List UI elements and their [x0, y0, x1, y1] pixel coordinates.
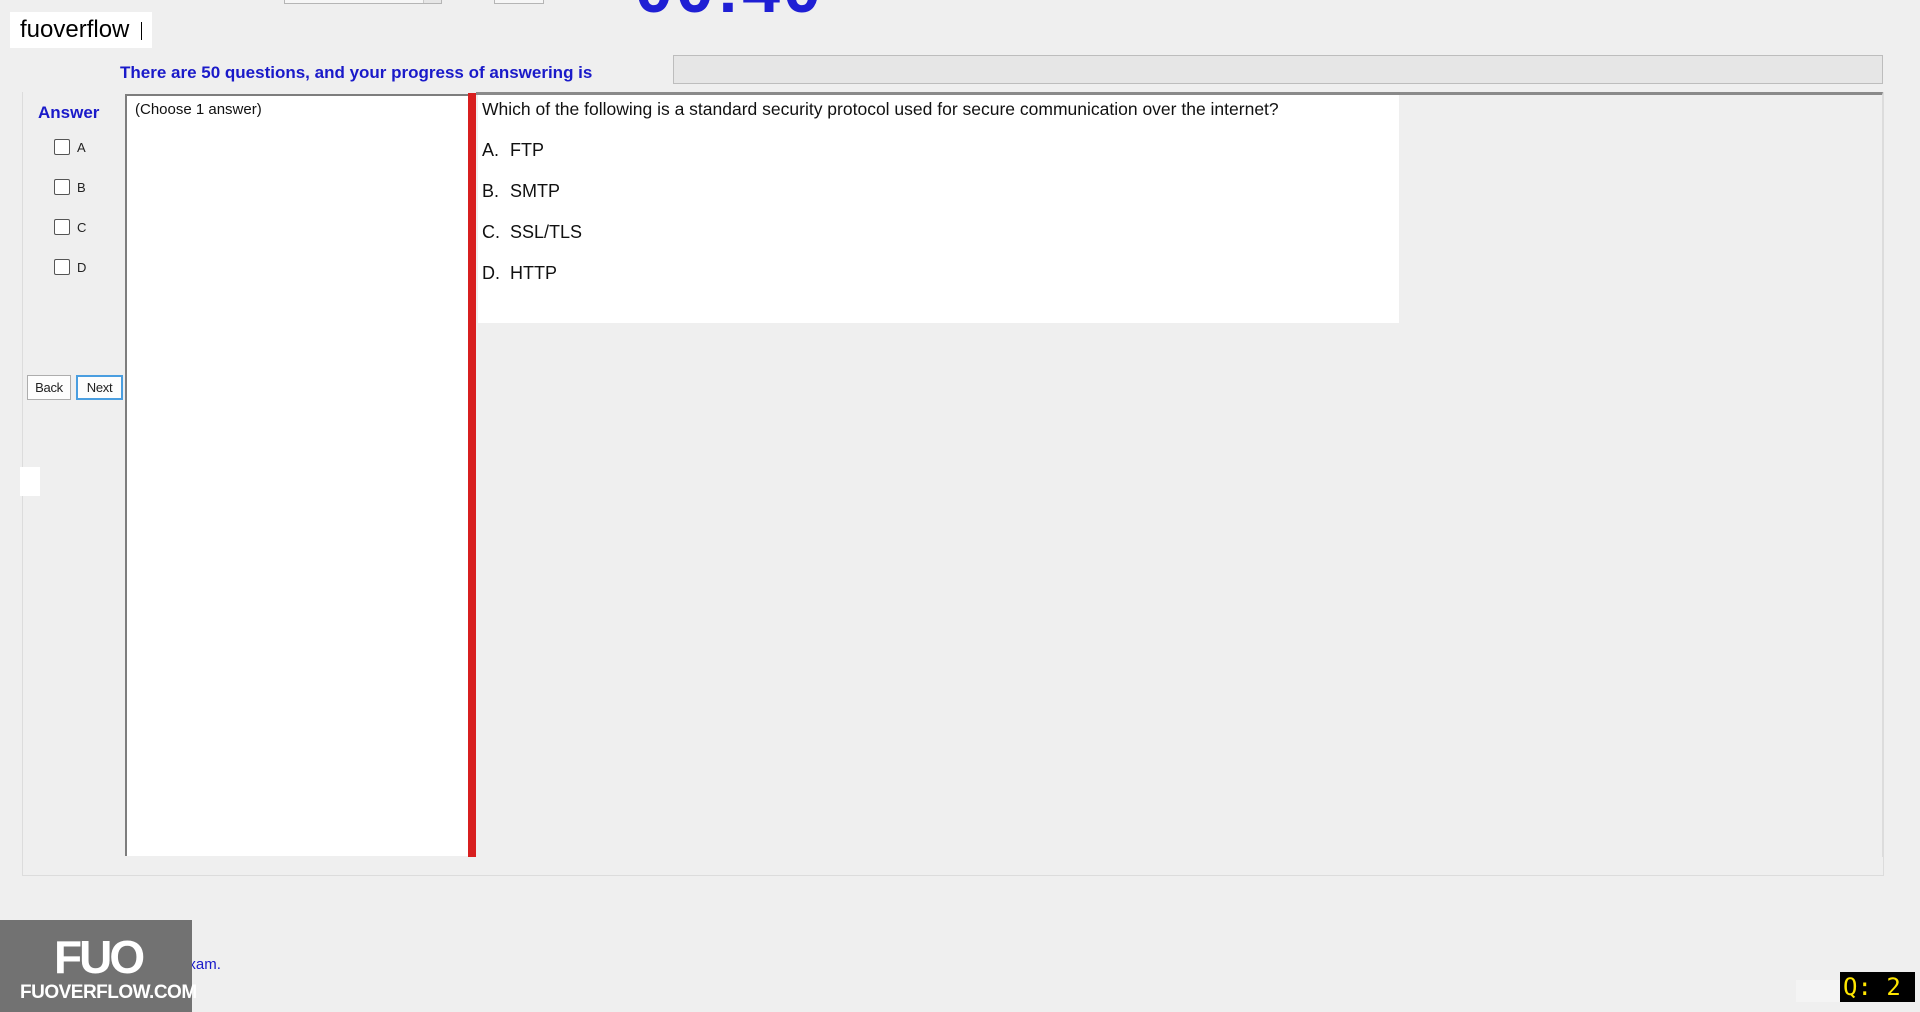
- question-option-c: C. SSL/TLS: [482, 222, 582, 243]
- answer-checkbox-d[interactable]: [54, 259, 70, 275]
- pane-splitter[interactable]: [468, 93, 476, 857]
- choose-note: (Choose 1 answer): [135, 101, 262, 118]
- exam-code-combobox[interactable]: [284, 0, 442, 4]
- answer-option-label: C: [77, 219, 87, 235]
- answer-option-d[interactable]: D: [54, 257, 86, 277]
- option-text: FTP: [510, 140, 544, 160]
- text-caret: [141, 22, 143, 40]
- answer-option-label: B: [77, 179, 86, 195]
- answer-option-a[interactable]: A: [54, 137, 86, 157]
- answer-option-label: D: [77, 259, 87, 275]
- watermark-text: fuoverflow: [20, 16, 130, 43]
- back-button[interactable]: Back: [27, 375, 71, 400]
- option-letter: C.: [482, 222, 500, 242]
- option-letter: D.: [482, 263, 500, 283]
- chevron-down-icon: [423, 0, 441, 3]
- question-option-d: D. HTTP: [482, 263, 557, 284]
- progress-label: There are 50 questions, and your progres…: [120, 63, 593, 82]
- answer-progress-bar: [673, 55, 1883, 84]
- logo-site: FUOVERFLOW.COM: [20, 982, 197, 1003]
- question-counter: Q: 2: [1840, 972, 1915, 1002]
- answer-checkbox-a[interactable]: [54, 139, 70, 155]
- question-option-a: A. FTP: [482, 140, 544, 161]
- answer-checkbox-b[interactable]: [54, 179, 70, 195]
- answer-option-c[interactable]: C: [54, 217, 86, 237]
- logo-mark: FUO: [54, 931, 145, 983]
- answer-option-label: A: [77, 139, 86, 155]
- next-button[interactable]: Next: [76, 375, 123, 400]
- answer-option-b[interactable]: B: [54, 177, 86, 197]
- question-box: [478, 95, 1399, 323]
- side-handle[interactable]: [20, 467, 40, 496]
- option-letter: A.: [482, 140, 500, 160]
- option-letter: B.: [482, 181, 500, 201]
- option-text: SMTP: [510, 181, 561, 201]
- answer-checkbox-c[interactable]: [54, 219, 70, 235]
- top-toolbar-button[interactable]: [494, 0, 544, 4]
- question-text: Which of the following is a standard sec…: [482, 99, 1279, 119]
- instruction-pane: [125, 94, 468, 856]
- watermark-label: fuoverflow: [10, 12, 153, 48]
- exam-timer: 00:40: [635, 0, 824, 28]
- option-text: HTTP: [510, 263, 557, 283]
- question-option-b: B. SMTP: [482, 181, 560, 202]
- fuoverflow-logo: FUO FUOVERFLOW.COM: [0, 920, 197, 1012]
- answer-title: Answer: [38, 103, 100, 122]
- option-text: SSL/TLS: [510, 222, 583, 242]
- counter-backdrop: [1796, 980, 1840, 1002]
